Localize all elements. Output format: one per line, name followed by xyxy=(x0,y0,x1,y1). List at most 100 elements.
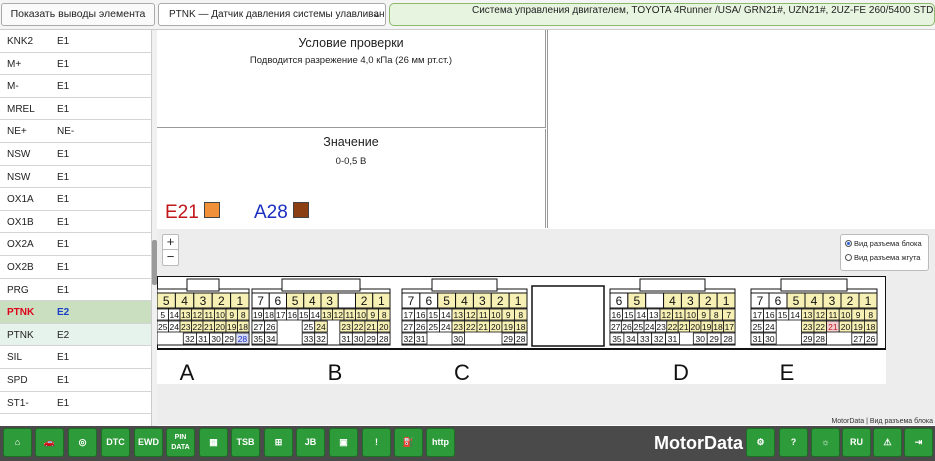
ground-name: E1 xyxy=(57,352,70,364)
pin-number: 15 xyxy=(778,310,788,320)
ground-name: E1 xyxy=(57,103,70,115)
condition-title: Условие проверки xyxy=(298,36,404,50)
value-title: Значение xyxy=(323,135,379,149)
connector-latch xyxy=(186,278,220,292)
ewd-button[interactable]: EWD xyxy=(134,428,163,457)
element-select[interactable]: PTNK — Датчик давления системы улавливан… xyxy=(158,3,386,26)
pin-number: 26 xyxy=(622,322,632,332)
fuse-icon[interactable]: ▣ xyxy=(329,428,358,457)
pin-number: 12 xyxy=(334,310,344,320)
pin-list-row[interactable]: M- E1 xyxy=(0,75,151,98)
language-button[interactable]: RU xyxy=(842,428,871,457)
pin-number: 33 xyxy=(640,334,650,344)
pin-number: 28 xyxy=(238,334,248,344)
zoom-out-button[interactable]: − xyxy=(162,249,179,266)
pin-number: 19 xyxy=(253,310,263,320)
pin-number: 1 xyxy=(865,294,872,308)
meter-icon[interactable]: ▦ xyxy=(199,428,228,457)
view-block-label: Вид разъема блока xyxy=(854,239,922,248)
pin-number: 11 xyxy=(345,310,354,320)
pin-list-row[interactable]: OX2B E1 xyxy=(0,256,151,279)
connector-latch xyxy=(639,278,706,292)
steering-icon[interactable]: ◎ xyxy=(68,428,97,457)
pin-number: 9 xyxy=(229,310,234,320)
show-pins-button[interactable]: Показать выводы элемента xyxy=(1,3,155,26)
pin-number: 29 xyxy=(225,334,235,344)
pin-number: 14 xyxy=(637,310,647,320)
ground-name: NE- xyxy=(57,126,75,138)
view-block-option[interactable]: Вид разъема блока xyxy=(841,235,928,249)
view-switch: Вид разъема блока Вид разъема жгута xyxy=(840,234,929,271)
pin-list-row[interactable]: NE+ NE- xyxy=(0,120,151,143)
ecu-center-block xyxy=(531,285,605,347)
pin-number: 26 xyxy=(266,322,276,332)
pin-number: 6 xyxy=(616,294,623,308)
pin-list-row[interactable]: M+ E1 xyxy=(0,53,151,76)
pin-number: 28 xyxy=(516,334,526,344)
pin-number: 18 xyxy=(239,322,249,332)
pin-number: 1 xyxy=(723,294,730,308)
pin-number: 6 xyxy=(275,294,282,308)
pin-number: 8 xyxy=(382,310,387,320)
pin-list-row[interactable]: OX1B E1 xyxy=(0,211,151,234)
pin-number: 15 xyxy=(299,310,309,320)
pin-list-row[interactable]: ST1- E1 xyxy=(0,392,151,415)
pin-list-row[interactable]: PRG E1 xyxy=(0,279,151,302)
ground-name: E1 xyxy=(57,148,70,160)
pin-name: OX2B xyxy=(7,261,34,273)
vehicle-icon[interactable]: 🚗 xyxy=(35,428,64,457)
pin-list-row[interactable]: KNK2 E1 xyxy=(0,30,151,53)
connector-label-d: D xyxy=(673,360,689,384)
alert-icon[interactable]: ⚠ xyxy=(873,428,902,457)
pin-number: 1 xyxy=(515,294,522,308)
http-button[interactable]: http xyxy=(426,428,455,457)
warning-circle-icon[interactable]: ! xyxy=(362,428,391,457)
pin-number: 6 xyxy=(425,294,432,308)
oil-can-icon[interactable]: ⛽ xyxy=(394,428,423,457)
pin-number: 10 xyxy=(841,310,851,320)
book-icon[interactable]: ? xyxy=(779,428,808,457)
pin-number: 15 xyxy=(429,310,439,320)
home-icon[interactable]: ⌂ xyxy=(3,428,32,457)
view-harness-option[interactable]: Вид разъема жгута xyxy=(841,249,928,263)
ground-name: E2 xyxy=(57,329,70,341)
pin-number: 7 xyxy=(726,310,731,320)
pin-name: SIL xyxy=(7,352,23,364)
pin-list-row[interactable]: NSW E1 xyxy=(0,166,151,189)
bulb-icon[interactable]: ☼ xyxy=(811,428,840,457)
tsb-button[interactable]: TSB xyxy=(231,428,260,457)
pin-number: 19 xyxy=(702,322,712,332)
pin-number: 32 xyxy=(654,334,664,344)
pin-name: M+ xyxy=(7,58,22,70)
pin-list-row[interactable]: NSW E1 xyxy=(0,143,151,166)
pin-list-row[interactable]: MREL E1 xyxy=(0,98,151,121)
element-select-value: PTNK — Датчик давления системы улавливан… xyxy=(169,9,386,20)
pin-list-row[interactable]: PTNK E2 xyxy=(0,301,151,324)
pin-name: NE+ xyxy=(7,126,27,138)
pin-number: 14 xyxy=(170,310,180,320)
pin-list-row[interactable]: SIL E1 xyxy=(0,346,151,369)
pin-number: 4 xyxy=(669,294,676,308)
pin-name: NSW xyxy=(7,171,31,183)
vehicle-info: Система управления двигателем, TOYOTA 4R… xyxy=(389,3,935,26)
car-lift-icon[interactable]: ⊞ xyxy=(264,428,293,457)
pin-list-row[interactable]: SPD E1 xyxy=(0,369,151,392)
pin-number: 22 xyxy=(668,322,678,332)
pin-list-row[interactable]: OX1A E1 xyxy=(0,188,151,211)
pin-number: 13 xyxy=(181,310,191,320)
pin1-label: E21 xyxy=(165,202,199,223)
connector-latch xyxy=(281,278,361,292)
pin-number: 11 xyxy=(479,310,488,320)
pin-list-row[interactable]: OX2A E1 xyxy=(0,233,151,256)
engine-icon[interactable]: ⚙ xyxy=(746,428,775,457)
pin-data-button[interactable]: PIN DATA xyxy=(166,428,195,457)
pin-number: 18 xyxy=(265,310,275,320)
exit-icon[interactable]: ⇥ xyxy=(904,428,933,457)
pin-number: 17 xyxy=(276,310,286,320)
pin-number: 9 xyxy=(701,310,706,320)
pin-number: 30 xyxy=(696,334,706,344)
dtc-button[interactable]: DTC xyxy=(101,428,130,457)
jb-button[interactable]: JB xyxy=(296,428,325,457)
pin-list-row[interactable]: PTNK E2 xyxy=(0,323,151,347)
pin-number: 21 xyxy=(679,322,689,332)
